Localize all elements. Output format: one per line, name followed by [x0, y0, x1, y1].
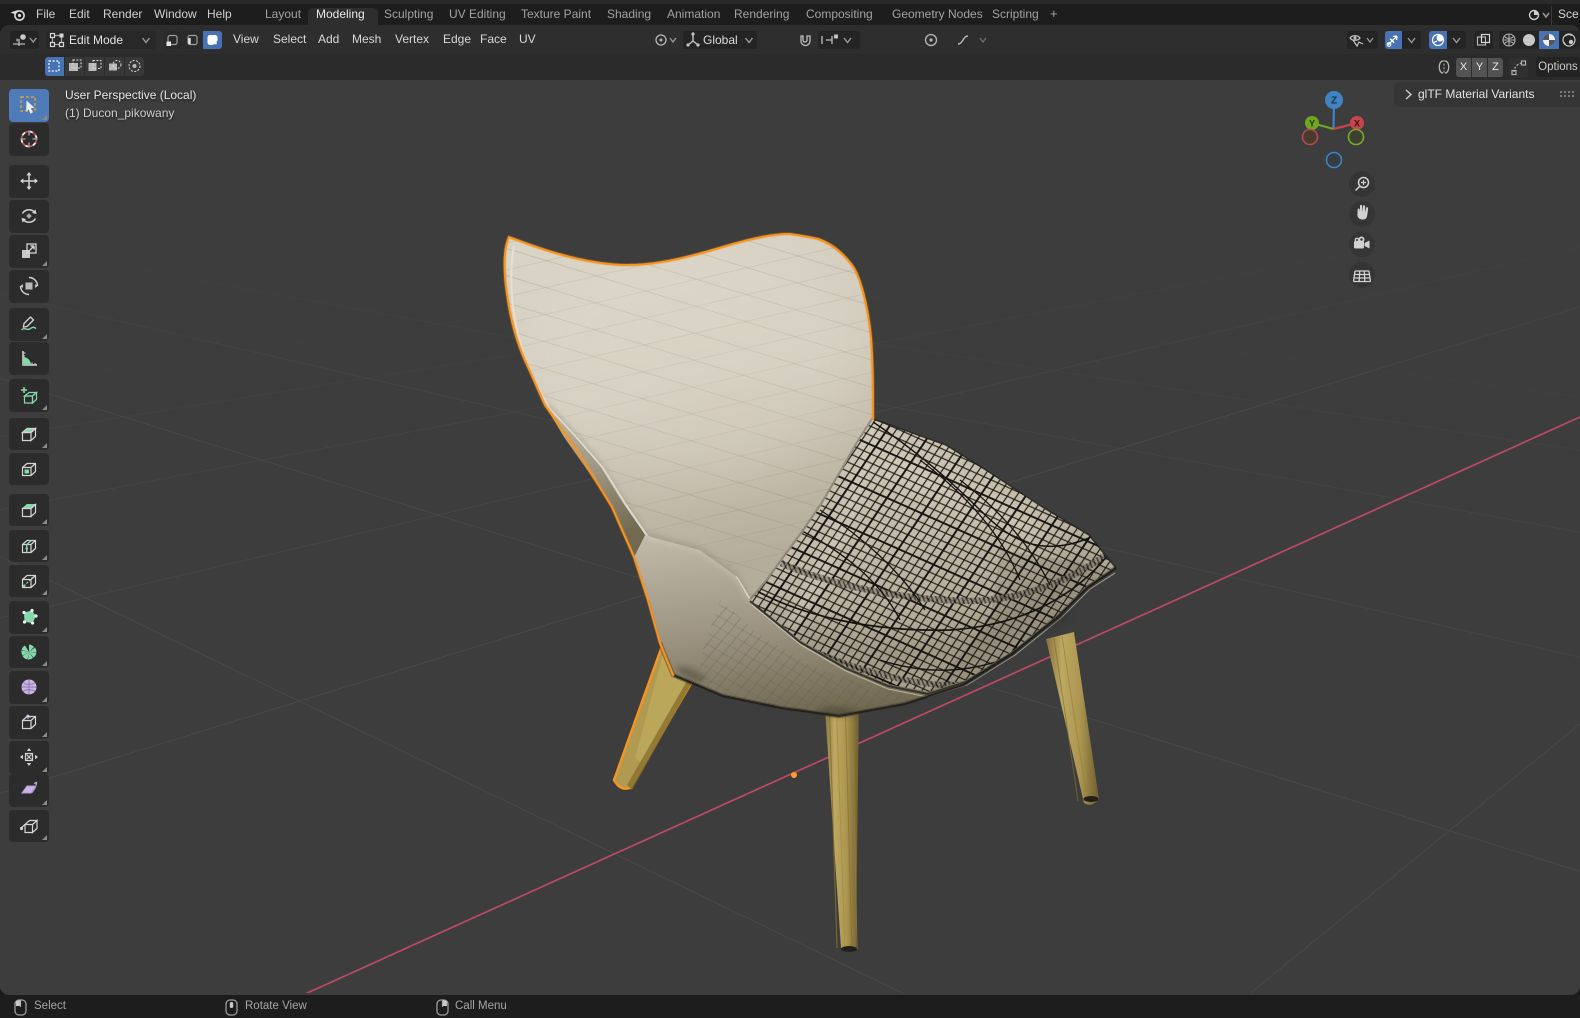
svg-text:Z: Z: [1331, 96, 1337, 107]
svg-text:X: X: [1354, 119, 1360, 129]
svg-text:Y: Y: [1309, 119, 1315, 129]
